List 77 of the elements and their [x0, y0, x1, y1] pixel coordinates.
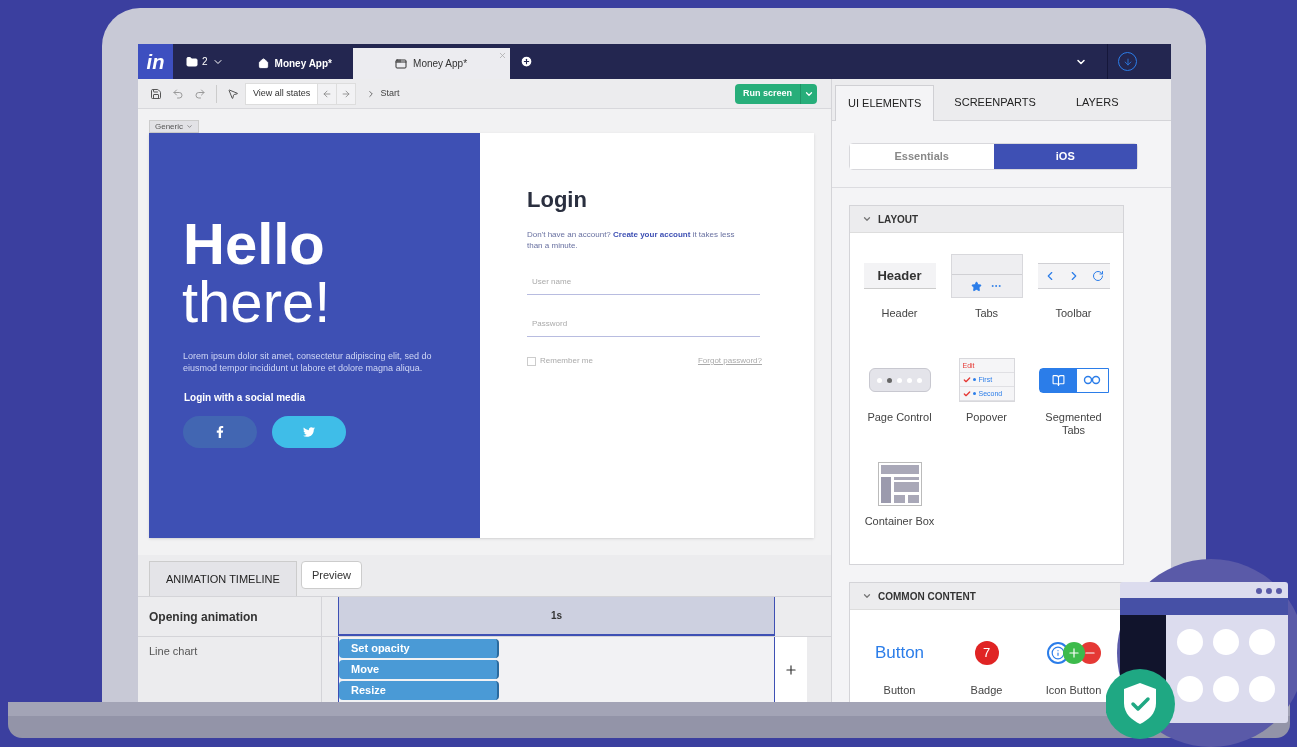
badge-preview: 7	[974, 641, 999, 665]
star-icon	[971, 280, 982, 292]
button-preview: Button	[874, 642, 925, 665]
panel-tab[interactable]: SCREENPARTS	[934, 84, 1056, 120]
time-tick-label: 1s	[550, 609, 563, 623]
element-item[interactable]: Button Button	[856, 629, 943, 702]
element-label: Page Control	[866, 411, 933, 424]
glasses-icon	[1083, 375, 1101, 385]
refresh-icon	[1092, 270, 1105, 282]
document-tab[interactable]: Money App*	[247, 48, 353, 79]
section-chevron-icon[interactable]	[862, 591, 872, 601]
password-field[interactable]: Password	[527, 311, 760, 337]
element-item[interactable]: Container Box	[856, 460, 943, 564]
there-heading: there!	[182, 272, 332, 332]
caret-icon	[186, 123, 193, 130]
device-dropdown[interactable]: Generic	[149, 120, 199, 133]
window-icon	[395, 57, 408, 70]
element-label: Container Box	[863, 515, 936, 528]
element-item[interactable]: Tabs	[943, 252, 1030, 356]
add-tab-icon[interactable]	[519, 55, 533, 68]
username-field[interactable]: User name	[527, 269, 760, 295]
element-label: Segmented Tabs	[1044, 411, 1103, 437]
facebook-icon	[214, 426, 226, 438]
pointer-icon[interactable]	[227, 87, 239, 100]
twitter-button[interactable]	[272, 416, 346, 448]
element-label: Header	[880, 307, 919, 320]
element-label: Tabs	[973, 307, 1000, 320]
arrow-right-icon	[341, 88, 352, 99]
element-item[interactable]: Header Header	[856, 252, 943, 356]
twitter-icon	[303, 426, 315, 438]
remember-label: Remember me	[540, 355, 593, 367]
save-icon[interactable]	[150, 87, 162, 100]
create-account-link[interactable]: Create your account	[613, 230, 691, 239]
panel-tab[interactable]: LAYERS	[1055, 84, 1139, 120]
element-label: Popover	[965, 411, 1008, 424]
hello-heading: Hello	[183, 216, 326, 272]
timeline-tab[interactable]: ANIMATION TIMELINE	[149, 561, 297, 596]
book-icon	[1051, 373, 1065, 387]
login-heading: Login	[527, 186, 588, 214]
arrow-down-icon	[1122, 56, 1133, 67]
close-icon[interactable]	[497, 51, 507, 60]
folder-icon	[186, 55, 198, 68]
info-icon	[1050, 646, 1065, 660]
remember-checkbox[interactable]	[527, 356, 536, 366]
facebook-button[interactable]	[183, 416, 257, 448]
animation-title: Opening animation	[138, 597, 322, 636]
element-item[interactable]: Segmented Tabs	[1030, 356, 1117, 460]
element-label: Icon Button	[1044, 684, 1103, 697]
element-item[interactable]: Page Control	[856, 356, 943, 460]
section-chevron-icon[interactable]	[862, 214, 872, 224]
element-item[interactable]: Icon Button	[1030, 629, 1117, 702]
breadcrumb[interactable]: Start	[380, 86, 400, 101]
plus-icon	[1066, 646, 1081, 660]
social-login-label: Login with a social media	[184, 391, 307, 405]
element-label: Badge	[969, 684, 1004, 697]
arrow-left-icon	[322, 88, 333, 99]
projects-button[interactable]: 2	[182, 54, 228, 69]
document-tab[interactable]: Money App*	[352, 48, 510, 79]
page-control-icon	[868, 368, 931, 392]
segment-button[interactable]: Essentials	[850, 144, 994, 169]
header-preview: Header	[863, 263, 936, 289]
element-label: Button	[882, 684, 917, 697]
undo-icon[interactable]	[172, 87, 184, 100]
plus-icon	[784, 662, 798, 677]
redo-icon[interactable]	[194, 87, 206, 100]
signup-text: Don't have an account? Create your account it takes less than a minute.	[527, 229, 736, 251]
section-title[interactable]: LAYOUT	[878, 211, 919, 227]
element-item[interactable]: Toolbar	[1030, 252, 1117, 356]
panel-tab[interactable]: UI ELEMENTS	[835, 85, 935, 121]
timeline-tab[interactable]: Preview	[300, 561, 362, 589]
element-label: Toolbar	[1054, 307, 1093, 320]
element-item[interactable]: 7 Badge	[943, 629, 1030, 702]
app-logo[interactable]: in	[138, 44, 173, 79]
lorem-text: Lorem ipsum dolor sit amet, consectetur adipiscing elit, sed do eiusmod tempor incididunt ut labore et dolore magna aliqua.	[183, 350, 433, 374]
home-icon	[257, 58, 269, 69]
segment-button[interactable]: iOS	[993, 144, 1137, 169]
container-box-icon	[877, 462, 922, 506]
